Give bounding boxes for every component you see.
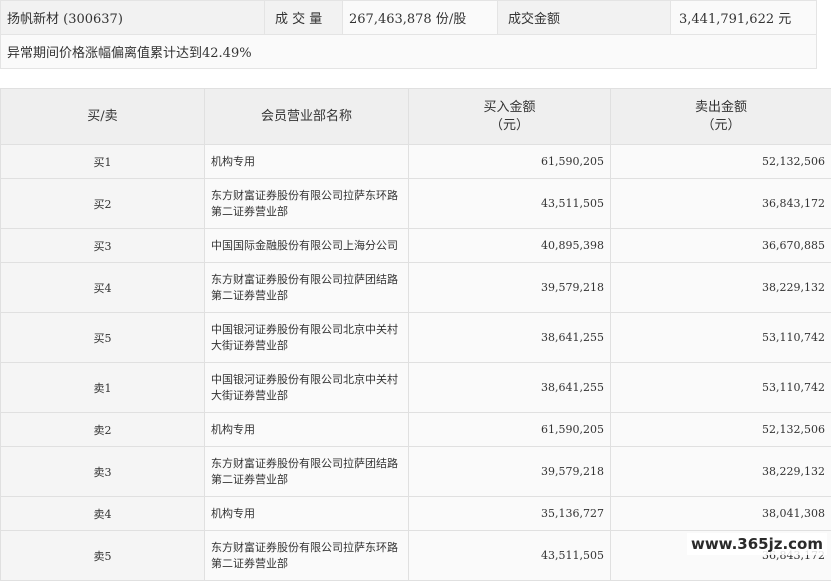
side-cell: 卖1 [1, 363, 205, 413]
summary-note-row: 异常期间价格涨幅偏离值累计达到42.49% [1, 35, 817, 69]
stock-name: 扬帆新材 (300637) [1, 1, 265, 35]
buy-amount-cell: 40,895,398 [409, 229, 611, 263]
buy-amount-cell: 43,511,505 [409, 531, 611, 581]
table-row: 卖3 东方财富证券股份有限公司拉萨团结路第二证券营业部 39,579,218 3… [1, 447, 831, 497]
dept-header: 会员营业部名称 [205, 89, 409, 145]
sell-amount-cell: 38,229,132 [611, 447, 831, 497]
side-cell: 买3 [1, 229, 205, 263]
dept-cell: 机构专用 [205, 497, 409, 531]
side-cell: 卖4 [1, 497, 205, 531]
side-cell: 买2 [1, 179, 205, 229]
stock-summary-table: 扬帆新材 (300637) 成 交 量 267,463,878 份/股 成交金额… [0, 0, 817, 69]
deviation-note: 异常期间价格涨幅偏离值累计达到42.49% [1, 35, 817, 69]
buy-amount-cell: 35,136,727 [409, 497, 611, 531]
dept-cell: 中国银河证券股份有限公司北京中关村大街证券营业部 [205, 313, 409, 363]
buy-amount-cell: 61,590,205 [409, 145, 611, 179]
dept-cell: 中国银河证券股份有限公司北京中关村大街证券营业部 [205, 363, 409, 413]
summary-row: 扬帆新材 (300637) 成 交 量 267,463,878 份/股 成交金额… [1, 1, 817, 35]
amount-value: 3,441,791,622 元 [671, 1, 817, 35]
trading-table: 买/卖 会员营业部名称 买入金额 （元） 卖出金额 （元） 买1 机构专用 61… [0, 88, 831, 581]
buy-amount-cell: 61,590,205 [409, 413, 611, 447]
buy-amount-cell: 38,641,255 [409, 313, 611, 363]
trading-table-header: 买/卖 会员营业部名称 买入金额 （元） 卖出金额 （元） [1, 89, 831, 145]
sell-amount-unit: （元） [612, 117, 830, 135]
side-cell: 卖2 [1, 413, 205, 447]
buy-amount-cell: 39,579,218 [409, 263, 611, 313]
dept-cell: 中国国际金融股份有限公司上海分公司 [205, 229, 409, 263]
sell-amount-cell: 38,041,308 [611, 497, 831, 531]
side-header: 买/卖 [1, 89, 205, 145]
buy-amount-unit: （元） [410, 117, 609, 135]
dept-cell: 东方财富证券股份有限公司拉萨团结路第二证券营业部 [205, 263, 409, 313]
sell-amount-header: 卖出金额 （元） [611, 89, 831, 145]
table-row: 买4 东方财富证券股份有限公司拉萨团结路第二证券营业部 39,579,218 3… [1, 263, 831, 313]
buy-amount-label: 买入金额 [410, 99, 609, 117]
volume-label: 成 交 量 [265, 1, 343, 35]
side-cell: 卖3 [1, 447, 205, 497]
dept-cell: 东方财富证券股份有限公司拉萨团结路第二证券营业部 [205, 447, 409, 497]
buy-amount-cell: 38,641,255 [409, 363, 611, 413]
side-cell: 买5 [1, 313, 205, 363]
dept-cell: 东方财富证券股份有限公司拉萨东环路第二证券营业部 [205, 179, 409, 229]
buy-amount-header: 买入金额 （元） [409, 89, 611, 145]
sell-amount-cell: 36,843,172 [611, 179, 831, 229]
sell-amount-label: 卖出金额 [612, 99, 830, 117]
amount-label: 成交金额 [498, 1, 671, 35]
side-cell: 买4 [1, 263, 205, 313]
table-row: 买3 中国国际金融股份有限公司上海分公司 40,895,398 36,670,8… [1, 229, 831, 263]
table-row: 买2 东方财富证券股份有限公司拉萨东环路第二证券营业部 43,511,505 3… [1, 179, 831, 229]
sell-amount-cell: 36,670,885 [611, 229, 831, 263]
trading-table-body: 买1 机构专用 61,590,205 52,132,506 买2 东方财富证券股… [1, 145, 831, 581]
table-row: 卖1 中国银河证券股份有限公司北京中关村大街证券营业部 38,641,255 5… [1, 363, 831, 413]
volume-value: 267,463,878 份/股 [343, 1, 498, 35]
sell-amount-cell: 53,110,742 [611, 363, 831, 413]
table-row: 买5 中国银河证券股份有限公司北京中关村大街证券营业部 38,641,255 5… [1, 313, 831, 363]
table-row: 卖2 机构专用 61,590,205 52,132,506 [1, 413, 831, 447]
dept-cell: 机构专用 [205, 145, 409, 179]
dept-cell: 机构专用 [205, 413, 409, 447]
side-cell: 买1 [1, 145, 205, 179]
site-watermark: www.365jz.com [687, 533, 827, 555]
sell-amount-cell: 52,132,506 [611, 145, 831, 179]
sell-amount-cell: 38,229,132 [611, 263, 831, 313]
dept-cell: 东方财富证券股份有限公司拉萨东环路第二证券营业部 [205, 531, 409, 581]
buy-amount-cell: 39,579,218 [409, 447, 611, 497]
side-cell: 卖5 [1, 531, 205, 581]
sell-amount-cell: 53,110,742 [611, 313, 831, 363]
table-row: 卖4 机构专用 35,136,727 38,041,308 [1, 497, 831, 531]
buy-amount-cell: 43,511,505 [409, 179, 611, 229]
table-row: 买1 机构专用 61,590,205 52,132,506 [1, 145, 831, 179]
sell-amount-cell: 52,132,506 [611, 413, 831, 447]
